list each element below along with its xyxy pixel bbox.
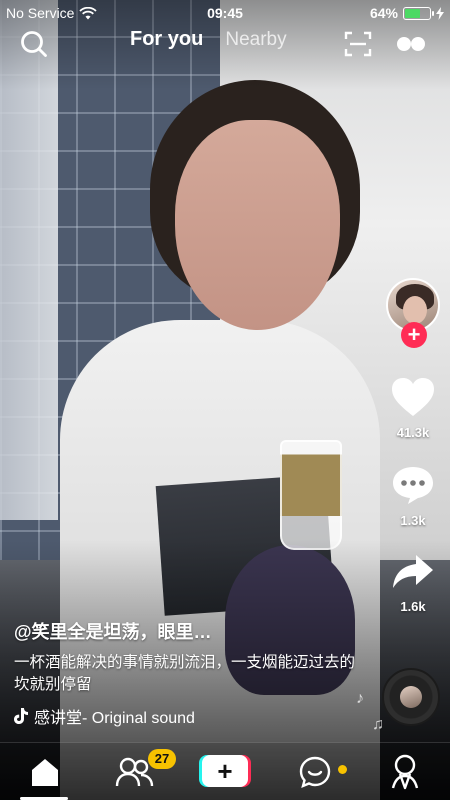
wifi-icon [79,6,98,19]
search-icon[interactable] [18,28,50,60]
music-note-icon: ♫ [372,716,384,733]
share-count: 1.6k [400,599,426,614]
status-bar: No Service 09:45 64% [0,0,450,26]
create-button[interactable]: + [199,755,251,787]
person-face [175,120,340,330]
like-count: 41.3k [396,425,430,440]
avatar-face [403,296,427,324]
music-title: 感讲堂- Original sound [34,710,195,727]
me-icon[interactable] [388,753,422,791]
video-description: 一杯酒能解决的事情就别流泪，一支烟能迈过去的坎就别停留 [14,654,356,693]
tab-nearby[interactable]: Nearby [225,29,286,51]
follow-button[interactable]: + [401,322,427,348]
create-plus-icon: + [202,755,248,787]
like-button[interactable]: 41.3k [382,376,444,440]
inbox-notification-dot [338,765,347,774]
battery-icon [403,6,434,20]
battery-fill [405,8,421,18]
status-right: 64% [370,5,444,21]
username[interactable]: @笑里全是坦荡，眼里… [14,618,364,644]
heart-icon [392,378,434,416]
charging-icon [436,6,444,20]
feed-tabs: For you Nearby [130,28,287,51]
music-info[interactable]: 感讲堂- Original sound [14,704,364,728]
comment-button[interactable]: 1.3k [382,464,444,528]
tab-for-you[interactable]: For you [130,28,203,51]
bottom-nav: 27 + [0,742,450,800]
carrier-label: No Service [6,5,75,21]
comment-icon [393,467,433,504]
friends-badge: 27 [148,749,176,769]
scan-icon[interactable] [344,30,372,58]
status-left: No Service [6,5,98,21]
video-caption: @笑里全是坦荡，眼里… 一杯酒能解决的事情就别流泪，一支烟能迈过去的坎就别停留 … [14,618,364,728]
more-icon[interactable] [395,30,427,58]
battery-percent: 64% [369,5,398,21]
home-icon[interactable] [28,755,62,789]
share-icon [393,555,433,588]
top-nav: For you Nearby [0,26,450,60]
inbox-icon[interactable] [298,755,332,789]
music-disc[interactable] [382,668,440,726]
comment-count: 1.3k [400,513,426,528]
disc-cover [400,686,422,708]
drink-glass [280,440,342,550]
tiktok-note-icon [14,708,28,724]
share-button[interactable]: 1.6k [382,552,444,614]
